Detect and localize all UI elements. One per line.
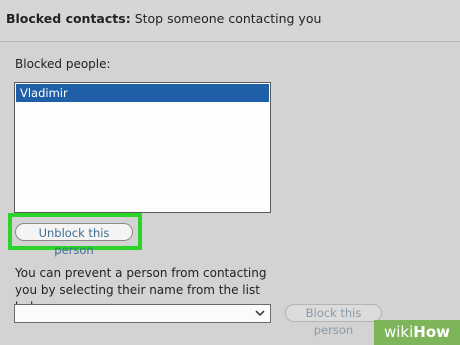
watermark-how: How <box>413 323 450 341</box>
chevron-down-icon <box>255 310 265 317</box>
header-subtitle: Stop someone contacting you <box>134 11 322 26</box>
unblock-button[interactable]: Unblock this person <box>15 223 133 257</box>
list-item[interactable]: Vladimir <box>16 84 269 102</box>
blocked-contacts-header: Blocked contacts: Stop someone contactin… <box>0 0 460 42</box>
header-title: Blocked contacts: Stop someone contactin… <box>6 11 321 26</box>
blocked-people-listbox[interactable]: Vladimir <box>14 82 271 213</box>
watermark-wiki: wiki <box>383 323 414 341</box>
blocked-people-label: Blocked people: <box>15 57 111 71</box>
block-button[interactable]: Block this person <box>285 304 382 337</box>
header-bold-label: Blocked contacts: <box>6 11 131 26</box>
wikihow-watermark: wikiHow <box>374 320 460 345</box>
contact-select-dropdown[interactable] <box>14 304 271 323</box>
